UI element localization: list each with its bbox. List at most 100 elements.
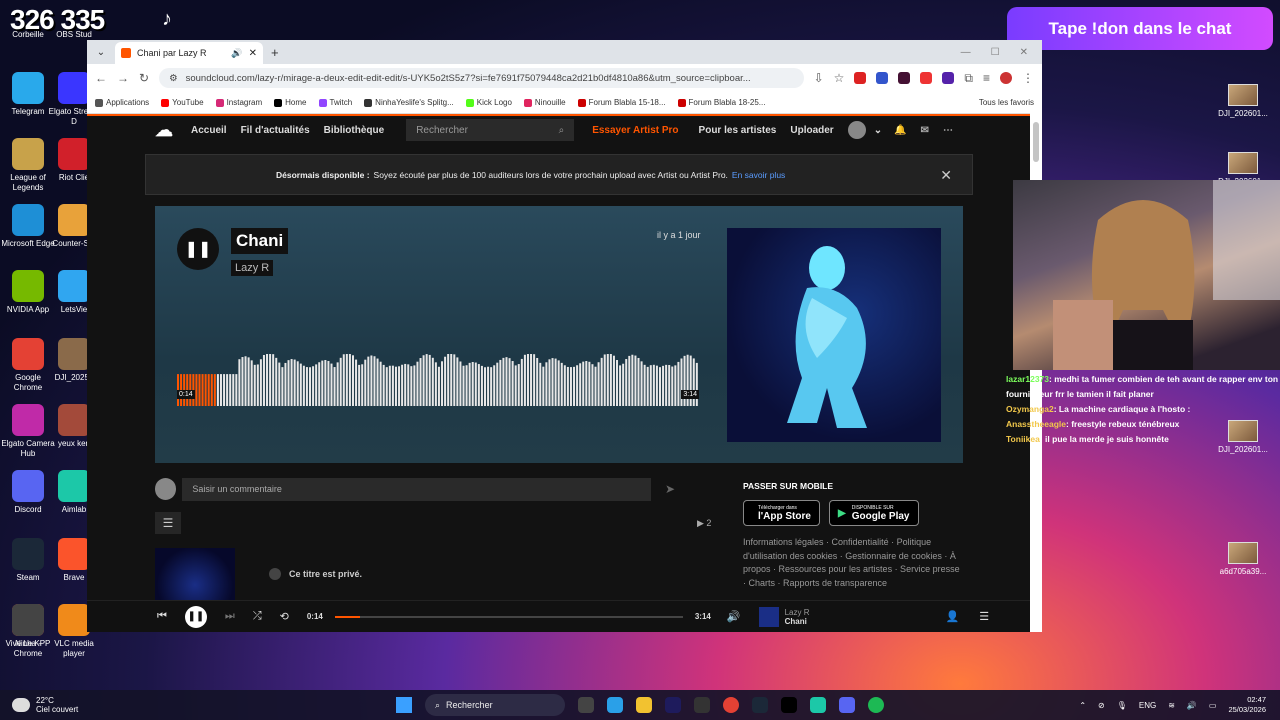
waveform-bar[interactable] (551, 358, 554, 406)
bookmark-item[interactable]: Forum Blabla 15-18... (577, 98, 666, 107)
waveform-bar[interactable] (566, 366, 569, 406)
waveform-bar[interactable] (474, 362, 477, 406)
waveform-bar[interactable] (312, 366, 315, 406)
waveform-bar[interactable] (640, 361, 643, 406)
mute-icon[interactable]: ⊘ (1098, 701, 1105, 710)
waveform-bar[interactable] (579, 363, 582, 406)
waveform-bar[interactable] (628, 355, 631, 406)
waveform-bar[interactable] (668, 365, 671, 406)
waveform-bar[interactable] (229, 374, 232, 406)
waveform-bar[interactable] (266, 352, 269, 406)
waveform-bar[interactable] (453, 354, 456, 406)
extension-icon[interactable] (942, 72, 955, 84)
reading-list-icon[interactable]: ≡ (983, 71, 990, 85)
install-icon[interactable]: ⇩ (814, 71, 824, 85)
waveform-bar[interactable] (269, 352, 272, 406)
comment-input[interactable]: Saisir un commentaire (182, 477, 651, 501)
queue-icon[interactable]: ☰ (979, 610, 989, 623)
chrome-icon[interactable] (723, 697, 739, 713)
waveform-bar[interactable] (563, 365, 566, 406)
waveform-bar[interactable] (238, 359, 241, 406)
waveform-bar[interactable] (272, 354, 275, 406)
waveform-bar[interactable] (619, 365, 622, 406)
waveform-bar[interactable] (603, 354, 606, 406)
waveform-bar[interactable] (649, 365, 652, 406)
waveform-bar[interactable] (511, 361, 514, 406)
waveform-bar[interactable] (591, 364, 594, 406)
google-play-button[interactable]: ▶ DISPONIBLE SUR Google Play (829, 500, 919, 526)
waveform-bar[interactable] (404, 363, 407, 406)
waveform-bar[interactable] (480, 365, 483, 406)
shuffle-icon[interactable]: ⤮ (253, 610, 262, 623)
waveform-bar[interactable] (210, 374, 213, 406)
waveform-bar[interactable] (401, 364, 404, 406)
copilot-icon[interactable] (607, 697, 623, 713)
volume-icon[interactable]: 🔊 (727, 610, 741, 623)
browser-tab[interactable]: Chani par Lazy R 🔊 ✕ (115, 42, 263, 64)
waveform-bar[interactable] (609, 353, 612, 406)
new-tab-button[interactable]: + (271, 45, 279, 60)
waveform-bar[interactable] (398, 366, 401, 406)
waveform-bar[interactable] (520, 358, 523, 406)
close-tab-icon[interactable]: ✕ (249, 48, 257, 59)
waveform-bar[interactable] (336, 362, 339, 406)
waveform-bar[interactable] (367, 356, 370, 406)
reload-icon[interactable]: ↻ (139, 71, 149, 85)
waveform-bar[interactable] (514, 365, 517, 406)
waveform-bar[interactable] (391, 365, 394, 406)
waveform-bar[interactable] (385, 367, 388, 406)
bookmark-item[interactable]: Home (274, 98, 307, 107)
premiere-icon[interactable] (665, 697, 681, 713)
speaker-icon[interactable]: 🔊 (231, 48, 242, 59)
waveform-bar[interactable] (287, 360, 290, 406)
chat-username[interactable]: lazar12373 (1006, 374, 1049, 384)
waveform-bar[interactable] (223, 374, 226, 406)
minimize-icon[interactable]: — (961, 47, 971, 58)
waveform-bar[interactable] (342, 354, 345, 406)
waveform-bars[interactable] (177, 352, 699, 416)
desktop-file-icon[interactable]: a6d705a39... (1218, 542, 1268, 576)
bookmark-item[interactable]: Instagram (215, 98, 262, 107)
waveform-bar[interactable] (373, 356, 376, 406)
waveform-bar[interactable] (309, 367, 312, 406)
waveform-bar[interactable] (600, 357, 603, 406)
waveform-bar[interactable] (339, 357, 342, 406)
waveform-bar[interactable] (652, 364, 655, 406)
bookmark-item[interactable]: Applications (95, 98, 149, 107)
bookmark-item[interactable]: Kick Logo (465, 98, 512, 107)
soundcloud-logo-icon[interactable]: ☁ (155, 120, 173, 141)
waveform-bar[interactable] (674, 365, 677, 406)
file-explorer-icon[interactable] (636, 697, 652, 713)
bookmark-star-icon[interactable]: ☆ (834, 71, 845, 85)
waveform-bar[interactable] (582, 361, 585, 406)
extensions-puzzle-icon[interactable]: ⧉ (964, 71, 973, 86)
waveform-bar[interactable] (465, 365, 468, 406)
tab-search-icon[interactable]: ⌄ (93, 44, 109, 60)
footer-links[interactable]: Informations légales · Confidentialité ·… (743, 536, 963, 590)
profile-avatar[interactable] (1000, 72, 1012, 84)
waveform-bar[interactable] (573, 366, 576, 406)
waveform-bar[interactable] (296, 361, 299, 406)
waveform[interactable]: 0:14 3:14 (177, 352, 699, 416)
waveform-bar[interactable] (437, 366, 440, 406)
task-view-icon[interactable] (578, 697, 594, 713)
waveform-bar[interactable] (318, 362, 321, 406)
waveform-bar[interactable] (523, 354, 526, 406)
extension-icon[interactable] (920, 72, 933, 84)
waveform-bar[interactable] (434, 362, 437, 406)
filter-icon[interactable]: ☰ (155, 512, 181, 534)
waveform-bar[interactable] (198, 374, 201, 406)
chevron-up-icon[interactable]: ⌃ (1079, 701, 1086, 710)
microphone-icon[interactable]: 🎙 (1117, 701, 1127, 710)
waveform-bar[interactable] (441, 361, 444, 406)
extension-icon[interactable] (898, 72, 911, 84)
waveform-bar[interactable] (533, 354, 536, 406)
waveform-bar[interactable] (658, 367, 661, 406)
chevron-down-icon[interactable]: ⌄ (874, 125, 882, 136)
waveform-bar[interactable] (484, 367, 486, 406)
waveform-bar[interactable] (207, 374, 210, 406)
waveform-bar[interactable] (364, 359, 367, 406)
nav-library[interactable]: Bibliothèque (324, 125, 385, 136)
track-artist[interactable]: Lazy R (231, 260, 274, 276)
waveform-bar[interactable] (278, 362, 281, 406)
